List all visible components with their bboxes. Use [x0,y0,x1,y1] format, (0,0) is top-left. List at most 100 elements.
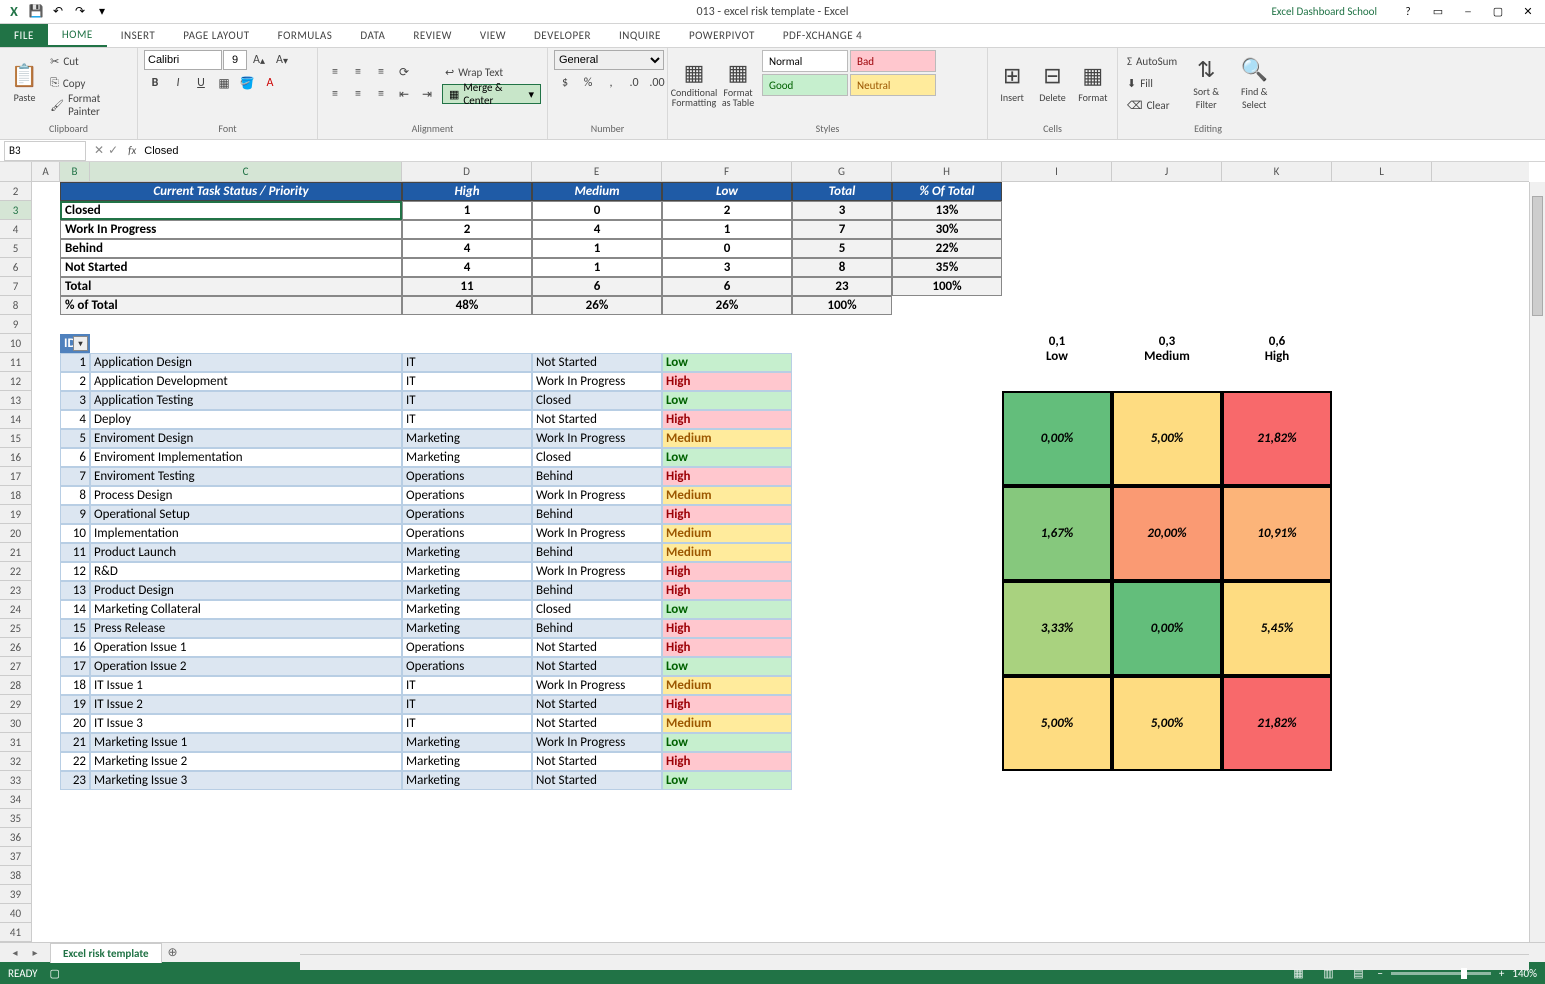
cell-C20[interactable]: Implementation [90,524,402,543]
cell-C23[interactable]: Product Design [90,581,402,600]
save-icon[interactable]: 💾 [26,2,46,22]
align-left-icon[interactable]: ≡ [324,84,346,104]
bold-button[interactable]: B [144,73,166,93]
cell-B30[interactable]: 20 [60,714,90,733]
cell-E26[interactable]: Not Started [532,638,662,657]
cell-F27[interactable]: Low [662,657,792,676]
macro-record-icon[interactable]: ▢ [50,967,60,980]
col-header-F[interactable]: F [662,162,792,181]
row-header-20[interactable]: 20 [0,524,31,543]
cell-E29[interactable]: Not Started [532,695,662,714]
matrix-cell-0-2[interactable]: 21,82% [1222,391,1332,486]
name-box[interactable]: B3 [4,141,86,161]
row-header-21[interactable]: 21 [0,543,31,562]
cell-E31[interactable]: Work In Progress [532,733,662,752]
cell-D12[interactable]: IT [402,372,532,391]
cell-B24[interactable]: 14 [60,600,90,619]
cell-D7[interactable]: 11 [402,277,532,296]
row-header-8[interactable]: 8 [0,296,31,315]
cell-C33[interactable]: Marketing Issue 3 [90,771,402,790]
vscroll-thumb[interactable] [1532,196,1543,316]
cell-E12[interactable]: Work In Progress [532,372,662,391]
qat-customize-icon[interactable]: ▾ [92,2,112,22]
style-bad[interactable]: Bad [850,50,936,72]
zoom-thumb[interactable] [1461,968,1467,979]
cell-E8[interactable]: 26% [532,296,662,315]
cell-D19[interactable]: Operations [402,505,532,524]
ribbon-tab-formulas[interactable]: FORMULAS [264,24,347,47]
view-layout-icon[interactable]: ▥ [1317,965,1339,981]
cell-B22[interactable]: 12 [60,562,90,581]
sort-filter-button[interactable]: ⇅Sort & Filter [1184,50,1228,116]
cell-F12[interactable]: High [662,372,792,391]
cell-E14[interactable]: Not Started [532,410,662,429]
help-icon[interactable]: ? [1397,3,1419,21]
col-header-K[interactable]: K [1222,162,1332,181]
cell-D2[interactable]: High [402,182,532,201]
cell-E11[interactable]: Not Started [532,353,662,372]
redo-icon[interactable]: ↷ [70,2,90,22]
row-header-5[interactable]: 5 [0,239,31,258]
ribbon-tab-insert[interactable]: INSERT [107,24,170,47]
horizontal-scrollbar[interactable] [300,954,1529,970]
row-header-24[interactable]: 24 [0,600,31,619]
matrix-cell-1-1[interactable]: 20,00% [1112,486,1222,581]
cell-B16[interactable]: 6 [60,448,90,467]
col-header-I[interactable]: I [1002,162,1112,181]
cell-F8[interactable]: 26% [662,296,792,315]
account-link[interactable]: Excel Dashboard School [1271,5,1389,18]
cell-F4[interactable]: 1 [662,220,792,239]
cell-B26[interactable]: 16 [60,638,90,657]
cell-E32[interactable]: Not Started [532,752,662,771]
filter-button-id[interactable]: ▾ [73,336,88,351]
align-top-icon[interactable]: ≡ [324,62,346,82]
sheet-canvas[interactable]: Current Task Status / PriorityHighMedium… [32,182,1529,942]
ribbon-tab-data[interactable]: DATA [346,24,399,47]
cell-B8[interactable]: % of Total [60,296,402,315]
sheet-tab-active[interactable]: Excel risk template [50,943,162,963]
cell-F16[interactable]: Low [662,448,792,467]
ribbon-tab-pdf-xchange-4[interactable]: PDF-XChange 4 [769,24,876,47]
cell-B4[interactable]: Work In Progress [60,220,402,239]
cell-D4[interactable]: 2 [402,220,532,239]
cell-D20[interactable]: Operations [402,524,532,543]
cell-C31[interactable]: Marketing Issue 1 [90,733,402,752]
cell-D21[interactable]: Marketing [402,543,532,562]
matrix-cell-1-2[interactable]: 10,91% [1222,486,1332,581]
cell-D30[interactable]: IT [402,714,532,733]
cell-D29[interactable]: IT [402,695,532,714]
cell-C21[interactable]: Product Launch [90,543,402,562]
fx-icon[interactable]: fx [124,144,140,157]
cell-D17[interactable]: Operations [402,467,532,486]
format-as-table-button[interactable]: ▦Format as Table [718,50,758,116]
cell-D11[interactable]: IT [402,353,532,372]
column-headers[interactable]: ABCDEFGHIJKL [0,162,1529,182]
percent-icon[interactable]: % [577,73,599,93]
sheet-nav-next-icon[interactable]: ▸ [26,945,44,961]
cell-F7[interactable]: 6 [662,277,792,296]
matrix-cell-0-0[interactable]: 0,00% [1002,391,1112,486]
col-header-E[interactable]: E [532,162,662,181]
cell-B2[interactable]: Current Task Status / Priority [60,182,402,201]
col-header-G[interactable]: G [792,162,892,181]
select-all-corner[interactable] [0,162,32,181]
cell-C16[interactable]: Enviroment Implementation [90,448,402,467]
cell-C29[interactable]: IT Issue 2 [90,695,402,714]
undo-icon[interactable]: ↶ [48,2,68,22]
comma-icon[interactable]: , [600,73,622,93]
format-button[interactable]: ▦Format [1075,50,1111,116]
cell-D24[interactable]: Marketing [402,600,532,619]
merge-center-button[interactable]: ▦ Merge & Center ▾ [442,84,541,104]
cell-B7[interactable]: Total [60,277,402,296]
cell-C32[interactable]: Marketing Issue 2 [90,752,402,771]
accept-formula-icon[interactable]: ✓ [108,143,118,158]
col-header-D[interactable]: D [402,162,532,181]
cell-C28[interactable]: IT Issue 1 [90,676,402,695]
align-middle-icon[interactable]: ≡ [347,62,369,82]
cell-C19[interactable]: Operational Setup [90,505,402,524]
cell-B12[interactable]: 2 [60,372,90,391]
cell-E3[interactable]: 0 [532,201,662,220]
cell-B15[interactable]: 5 [60,429,90,448]
cell-F2[interactable]: Low [662,182,792,201]
ribbon-tab-inquire[interactable]: INQUIRE [605,24,675,47]
